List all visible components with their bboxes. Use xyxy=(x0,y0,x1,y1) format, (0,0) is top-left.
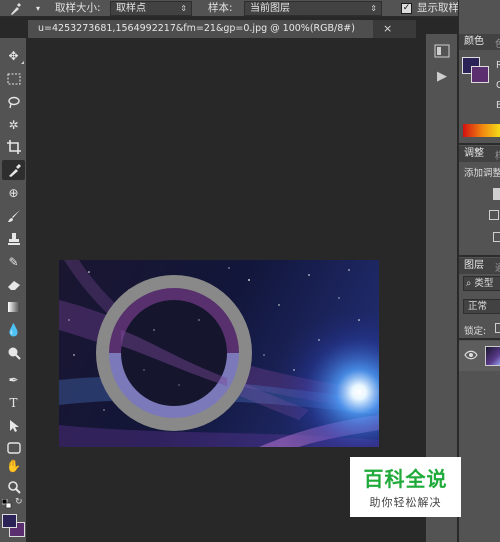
watermark-logo: 百科全说 助你轻松解决 xyxy=(350,457,461,517)
channel-b-label: B xyxy=(496,100,500,111)
layer-thumbnail[interactable] xyxy=(485,346,500,366)
channel-g-label: G xyxy=(496,80,500,91)
blur-tool-icon[interactable]: 💧 xyxy=(2,320,25,340)
curves-adjust-icon[interactable] xyxy=(493,232,500,242)
layer-filter-value: 类型 xyxy=(474,278,494,289)
gradient-tool-icon[interactable] xyxy=(2,297,25,317)
rectangle-tool-icon[interactable] xyxy=(2,438,25,458)
dodge-tool-icon[interactable] xyxy=(2,343,25,363)
default-colors-icon[interactable] xyxy=(1,498,12,509)
brightness-adjust-icon[interactable] xyxy=(493,188,500,200)
eyedropper-preset-icon[interactable] xyxy=(9,0,23,17)
lasso-tool-icon[interactable] xyxy=(2,92,25,112)
channels-panel-tab[interactable]: 通 xyxy=(495,260,500,274)
sample-value: 当前图层 xyxy=(250,3,290,14)
sample-size-value: 取样点 xyxy=(116,3,146,14)
watermark-title: 百科全说 xyxy=(363,467,448,491)
crop-tool-icon[interactable] xyxy=(2,137,25,157)
eyedropper-tool-icon[interactable] xyxy=(2,160,25,180)
zoom-tool-icon[interactable] xyxy=(2,477,25,497)
sample-size-label: 取样大小: xyxy=(55,2,101,14)
swap-colors-icon[interactable]: ↻ xyxy=(15,497,25,507)
eraser-tool-icon[interactable] xyxy=(2,275,25,295)
chevron-updown-icon: ⇕ xyxy=(370,4,377,13)
foreground-color-swatch[interactable] xyxy=(2,514,17,528)
brush-tool-icon[interactable] xyxy=(2,206,25,226)
panel-background-swatch[interactable] xyxy=(471,66,489,83)
document-tab-bar: u=4253273681,1564992217&fm=21&gp=0.jpg @… xyxy=(28,20,416,38)
document-tab[interactable]: u=4253273681,1564992217&fm=21&gp=0.jpg @… xyxy=(28,20,373,38)
magic-wand-tool-icon[interactable]: ✲ xyxy=(2,115,25,135)
toolbox: ✥ ✲ ⊕ ✎ 💧 ✒ T ✋ ↻ xyxy=(0,38,27,542)
layer-row[interactable] xyxy=(459,341,500,371)
healing-brush-tool-icon[interactable]: ⊕ xyxy=(2,183,25,203)
path-selection-tool-icon[interactable] xyxy=(2,416,25,436)
sample-select[interactable]: 当前图层 ⇕ xyxy=(244,1,382,16)
sample-label: 样本: xyxy=(208,2,233,14)
sample-size-select[interactable]: 取样点 ⇕ xyxy=(110,1,192,16)
visibility-eye-icon[interactable] xyxy=(464,350,478,360)
right-panels: 颜色 色 R G B 调整 样 添加调整 图层 通 ⌕ 类型 正常 锁定: xyxy=(458,0,500,542)
swatches-panel-tab[interactable]: 色 xyxy=(495,36,500,50)
channel-r-label: R xyxy=(496,60,500,71)
adjustments-panel-tab[interactable]: 调整 xyxy=(459,146,500,162)
color-spectrum-bar[interactable] xyxy=(463,124,500,137)
panel-divider xyxy=(459,255,500,257)
chevron-updown-icon: ⇕ xyxy=(180,4,187,13)
color-panel-tab[interactable]: 颜色 xyxy=(459,34,500,50)
sampling-ring xyxy=(96,275,252,431)
show-ring-checkbox[interactable]: ✓ xyxy=(401,3,412,14)
layers-panel-tab[interactable]: 图层 xyxy=(459,258,500,274)
add-adjustment-label: 添加调整 xyxy=(464,168,500,179)
history-panel-icon[interactable] xyxy=(432,44,452,62)
actions-play-icon[interactable]: ▶ xyxy=(432,68,452,86)
levels-adjust-icon[interactable] xyxy=(489,210,499,220)
panel-divider xyxy=(459,143,500,145)
styles-panel-tab[interactable]: 样 xyxy=(495,148,500,162)
hand-tool-icon[interactable]: ✋ xyxy=(2,456,25,476)
lock-transparency-icon[interactable] xyxy=(495,323,500,333)
layer-filter-select[interactable]: ⌕ 类型 xyxy=(463,276,500,291)
blend-mode-value: 正常 xyxy=(468,301,488,312)
blend-mode-select[interactable]: 正常 xyxy=(463,299,500,314)
tool-preset-dropdown[interactable]: ▾ xyxy=(36,0,40,17)
panel-divider xyxy=(459,338,500,340)
document-image[interactable] xyxy=(59,260,379,447)
options-bar: ▾ 取样大小: 取样点 ⇕ 样本: 当前图层 ⇕ ✓ 显示取样环 xyxy=(0,0,500,17)
type-tool-icon[interactable]: T xyxy=(2,393,25,413)
history-brush-tool-icon[interactable]: ✎ xyxy=(2,252,25,272)
move-tool-icon[interactable]: ✥ xyxy=(2,46,25,66)
watermark-subtitle: 助你轻松解决 xyxy=(369,496,442,509)
marquee-tool-icon[interactable] xyxy=(2,69,25,89)
close-icon[interactable]: × xyxy=(383,20,392,38)
search-icon: ⌕ xyxy=(466,278,472,289)
lock-label: 锁定: xyxy=(464,326,487,337)
clone-stamp-tool-icon[interactable] xyxy=(2,229,25,249)
pen-tool-icon[interactable]: ✒ xyxy=(2,370,25,390)
